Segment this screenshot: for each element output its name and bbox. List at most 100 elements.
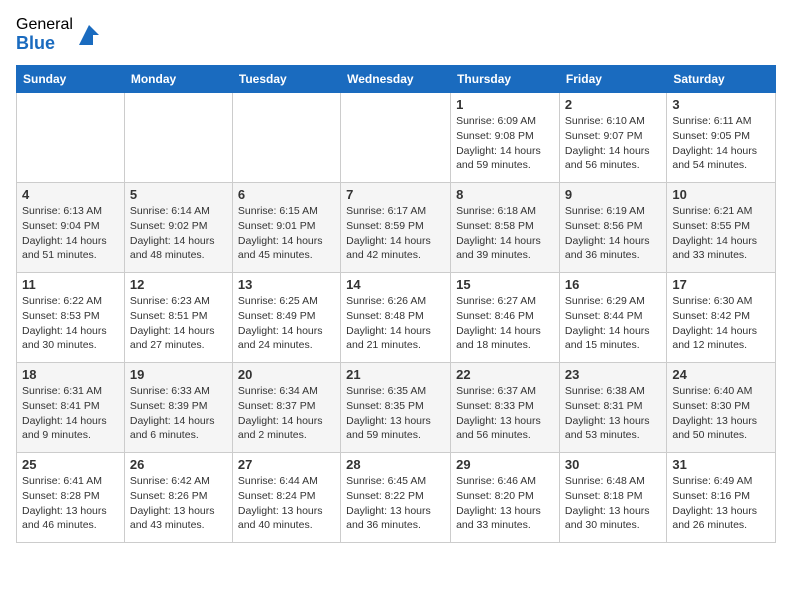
calendar-body: 1 Sunrise: 6:09 AMSunset: 9:08 PMDaylight… — [17, 93, 776, 543]
day-info: Sunrise: 6:49 AMSunset: 8:16 PMDaylight:… — [672, 474, 770, 533]
day-info: Sunrise: 6:22 AMSunset: 8:53 PMDaylight:… — [22, 294, 119, 353]
calendar-cell: 15 Sunrise: 6:27 AMSunset: 8:46 PMDayligh… — [451, 273, 560, 363]
day-number: 2 — [565, 97, 661, 112]
day-number: 22 — [456, 367, 554, 382]
day-info: Sunrise: 6:25 AMSunset: 8:49 PMDaylight:… — [238, 294, 335, 353]
calendar-cell: 14 Sunrise: 6:26 AMSunset: 8:48 PMDayligh… — [341, 273, 451, 363]
calendar-cell: 24 Sunrise: 6:40 AMSunset: 8:30 PMDayligh… — [667, 363, 776, 453]
calendar-header: SundayMondayTuesdayWednesdayThursdayFrid… — [17, 66, 776, 93]
calendar-cell: 3Sunrise: 6:11 AMSunset: 9:05 PMDaylight… — [667, 93, 776, 183]
day-number: 26 — [130, 457, 227, 472]
day-info: Sunrise: 6:19 AMSunset: 8:56 PMDaylight:… — [565, 204, 661, 263]
calendar-cell: 20 Sunrise: 6:34 AMSunset: 8:37 PMDayligh… — [232, 363, 340, 453]
day-number: 29 — [456, 457, 554, 472]
calendar-cell: 13 Sunrise: 6:25 AMSunset: 8:49 PMDayligh… — [232, 273, 340, 363]
day-number: 19 — [130, 367, 227, 382]
day-info: Sunrise: 6:46 AMSunset: 8:20 PMDaylight:… — [456, 474, 554, 533]
calendar-cell: 17 Sunrise: 6:30 AMSunset: 8:42 PMDayligh… — [667, 273, 776, 363]
week-row-5: 25Sunrise: 6:41 AMSunset: 8:28 PMDayligh… — [17, 453, 776, 543]
day-number: 21 — [346, 367, 445, 382]
day-number: 31 — [672, 457, 770, 472]
day-number: 24 — [672, 367, 770, 382]
column-header-wednesday: Wednesday — [341, 66, 451, 93]
day-info: Sunrise: 6:14 AMSunset: 9:02 PMDaylight:… — [130, 204, 227, 263]
calendar-cell — [341, 93, 451, 183]
day-number: 30 — [565, 457, 661, 472]
day-number: 12 — [130, 277, 227, 292]
calendar-cell: 22Sunrise: 6:37 AMSunset: 8:33 PMDayligh… — [451, 363, 560, 453]
day-number: 9 — [565, 187, 661, 202]
day-number: 13 — [238, 277, 335, 292]
day-info: Sunrise: 6:09 AMSunset: 9:08 PMDaylight:… — [456, 114, 554, 173]
header-row: SundayMondayTuesdayWednesdayThursdayFrid… — [17, 66, 776, 93]
day-number: 16 — [565, 277, 661, 292]
day-number: 17 — [672, 277, 770, 292]
day-number: 5 — [130, 187, 227, 202]
day-info: Sunrise: 6:45 AMSunset: 8:22 PMDaylight:… — [346, 474, 445, 533]
calendar-cell: 5 Sunrise: 6:14 AMSunset: 9:02 PMDaylight… — [124, 183, 232, 273]
day-number: 18 — [22, 367, 119, 382]
calendar-cell: 26 Sunrise: 6:42 AMSunset: 8:26 PMDayligh… — [124, 453, 232, 543]
week-row-2: 4Sunrise: 6:13 AMSunset: 9:04 PMDaylight… — [17, 183, 776, 273]
calendar-cell: 30 Sunrise: 6:48 AMSunset: 8:18 PMDayligh… — [559, 453, 666, 543]
calendar-cell: 29 Sunrise: 6:46 AMSunset: 8:20 PMDayligh… — [451, 453, 560, 543]
day-info: Sunrise: 6:23 AMSunset: 8:51 PMDaylight:… — [130, 294, 227, 353]
day-info: Sunrise: 6:42 AMSunset: 8:26 PMDaylight:… — [130, 474, 227, 533]
day-number: 7 — [346, 187, 445, 202]
calendar-cell: 31 Sunrise: 6:49 AMSunset: 8:16 PMDayligh… — [667, 453, 776, 543]
day-info: Sunrise: 6:44 AMSunset: 8:24 PMDaylight:… — [238, 474, 335, 533]
day-info: Sunrise: 6:18 AMSunset: 8:58 PMDaylight:… — [456, 204, 554, 263]
day-info: Sunrise: 6:41 AMSunset: 8:28 PMDaylight:… — [22, 474, 119, 533]
column-header-friday: Friday — [559, 66, 666, 93]
calendar-cell: 19 Sunrise: 6:33 AMSunset: 8:39 PMDayligh… — [124, 363, 232, 453]
calendar-cell: 7Sunrise: 6:17 AMSunset: 8:59 PMDaylight… — [341, 183, 451, 273]
calendar-cell: 1 Sunrise: 6:09 AMSunset: 9:08 PMDaylight… — [451, 93, 560, 183]
day-info: Sunrise: 6:48 AMSunset: 8:18 PMDaylight:… — [565, 474, 661, 533]
logo-text: General Blue — [16, 16, 73, 53]
calendar-cell: 11Sunrise: 6:22 AMSunset: 8:53 PMDayligh… — [17, 273, 125, 363]
day-number: 6 — [238, 187, 335, 202]
calendar-cell: 10 Sunrise: 6:21 AMSunset: 8:55 PMDayligh… — [667, 183, 776, 273]
week-row-4: 18 Sunrise: 6:31 AMSunset: 8:41 PMDayligh… — [17, 363, 776, 453]
calendar-cell: 9 Sunrise: 6:19 AMSunset: 8:56 PMDaylight… — [559, 183, 666, 273]
calendar-cell: 8 Sunrise: 6:18 AMSunset: 8:58 PMDaylight… — [451, 183, 560, 273]
day-info: Sunrise: 6:26 AMSunset: 8:48 PMDaylight:… — [346, 294, 445, 353]
calendar-cell — [232, 93, 340, 183]
day-number: 14 — [346, 277, 445, 292]
calendar-cell: 12 Sunrise: 6:23 AMSunset: 8:51 PMDayligh… — [124, 273, 232, 363]
day-number: 15 — [456, 277, 554, 292]
day-number: 23 — [565, 367, 661, 382]
day-number: 8 — [456, 187, 554, 202]
calendar-table: SundayMondayTuesdayWednesdayThursdayFrid… — [16, 65, 776, 543]
calendar-cell: 21 Sunrise: 6:35 AMSunset: 8:35 PMDayligh… — [341, 363, 451, 453]
calendar-cell: 28 Sunrise: 6:45 AMSunset: 8:22 PMDayligh… — [341, 453, 451, 543]
calendar-cell: 6 Sunrise: 6:15 AMSunset: 9:01 PMDaylight… — [232, 183, 340, 273]
calendar-cell: 27Sunrise: 6:44 AMSunset: 8:24 PMDayligh… — [232, 453, 340, 543]
header: General Blue — [16, 16, 776, 53]
calendar-cell: 16 Sunrise: 6:29 AMSunset: 8:44 PMDayligh… — [559, 273, 666, 363]
day-info: Sunrise: 6:21 AMSunset: 8:55 PMDaylight:… — [672, 204, 770, 263]
day-number: 1 — [456, 97, 554, 112]
column-header-saturday: Saturday — [667, 66, 776, 93]
logo-general: General — [16, 16, 73, 34]
day-info: Sunrise: 6:15 AMSunset: 9:01 PMDaylight:… — [238, 204, 335, 263]
day-number: 28 — [346, 457, 445, 472]
day-number: 10 — [672, 187, 770, 202]
day-info: Sunrise: 6:31 AMSunset: 8:41 PMDaylight:… — [22, 384, 119, 443]
calendar-cell: 2 Sunrise: 6:10 AMSunset: 9:07 PMDaylight… — [559, 93, 666, 183]
column-header-thursday: Thursday — [451, 66, 560, 93]
day-info: Sunrise: 6:29 AMSunset: 8:44 PMDaylight:… — [565, 294, 661, 353]
logo-icon — [75, 21, 103, 49]
column-header-tuesday: Tuesday — [232, 66, 340, 93]
day-info: Sunrise: 6:34 AMSunset: 8:37 PMDaylight:… — [238, 384, 335, 443]
day-number: 3 — [672, 97, 770, 112]
column-header-monday: Monday — [124, 66, 232, 93]
calendar-cell: 25Sunrise: 6:41 AMSunset: 8:28 PMDayligh… — [17, 453, 125, 543]
day-info: Sunrise: 6:27 AMSunset: 8:46 PMDaylight:… — [456, 294, 554, 353]
day-info: Sunrise: 6:30 AMSunset: 8:42 PMDaylight:… — [672, 294, 770, 353]
day-info: Sunrise: 6:10 AMSunset: 9:07 PMDaylight:… — [565, 114, 661, 173]
day-info: Sunrise: 6:40 AMSunset: 8:30 PMDaylight:… — [672, 384, 770, 443]
day-number: 20 — [238, 367, 335, 382]
day-info: Sunrise: 6:35 AMSunset: 8:35 PMDaylight:… — [346, 384, 445, 443]
day-info: Sunrise: 6:33 AMSunset: 8:39 PMDaylight:… — [130, 384, 227, 443]
